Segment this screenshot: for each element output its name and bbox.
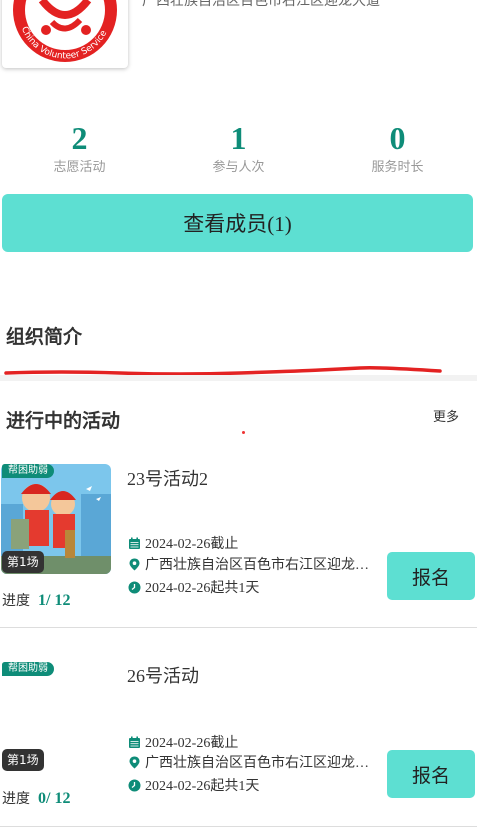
location-pin-icon [129, 756, 140, 768]
section-divider [0, 375, 477, 381]
row-divider [0, 627, 477, 628]
progress: 进度 0/ 12 [2, 788, 70, 808]
duration-text: 2024-02-26起共1天 [145, 779, 260, 794]
deadline-row: 2024-02-26截止 [128, 732, 378, 752]
progress-label: 进度 [2, 593, 30, 609]
more-link[interactable]: 更多 [433, 406, 459, 425]
round-badge: 第1场 [2, 551, 44, 573]
progress-current: 0/ [38, 790, 51, 807]
activity-title[interactable]: 23号活动2 [127, 465, 208, 491]
stat-value: 0 [389, 120, 406, 156]
clock-icon [128, 581, 141, 593]
calendar-icon [129, 736, 140, 748]
stat-label: 服务时长 [371, 160, 424, 175]
stat-label: 志愿活动 [53, 160, 106, 175]
location-row: 广西壮族自治区百色市右江区迎龙大道 [128, 554, 378, 574]
activity-card[interactable]: 帮困助弱 第1场 进度 1/ 12 23号活动2 2024-02-26截止 广西壮… [0, 462, 477, 628]
org-logo: China Volunteer Service [2, 0, 128, 68]
progress: 进度 1/ 12 [2, 590, 70, 610]
ongoing-title: 进行中的活动 [6, 410, 121, 432]
signup-button[interactable]: 报名 [387, 750, 475, 798]
intro-title: 组织简介 [6, 326, 83, 348]
category-tag: 帮困助弱 [2, 662, 54, 676]
duration-row: 2024-02-26起共1天 [128, 577, 378, 597]
progress-total: 12 [50, 592, 71, 609]
stat-label: 参与人次 [212, 160, 265, 175]
calendar-icon [129, 537, 140, 549]
stat-participants: 1 参与人次 [159, 120, 318, 180]
round-badge: 第1场 [2, 749, 44, 771]
progress-current: 1/ [38, 592, 51, 609]
row-divider [0, 826, 477, 827]
location-text: 广西壮族自治区百色市右江区迎龙大道 [145, 558, 378, 573]
stat-hours: 0 服务时长 [318, 120, 477, 180]
org-address: 广西壮族自治区百色市右江区迎龙大道 [142, 0, 380, 9]
decorative-dot [242, 431, 245, 434]
location-pin-icon [129, 558, 140, 570]
duration-text: 2024-02-26起共1天 [145, 581, 260, 596]
view-members-button[interactable]: 查看成员(1) [2, 194, 473, 252]
stat-activities: 2 志愿活动 [0, 120, 159, 180]
progress-total: 12 [50, 790, 71, 807]
duration-row: 2024-02-26起共1天 [128, 775, 378, 795]
deadline-text: 2024-02-26截止 [145, 736, 239, 751]
deadline-row: 2024-02-26截止 [128, 533, 378, 553]
location-text: 广西壮族自治区百色市右江区迎龙大道 [145, 756, 378, 771]
location-row: 广西壮族自治区百色市右江区迎龙大道 [128, 752, 378, 772]
stat-value: 1 [230, 120, 247, 156]
category-tag: 帮困助弱 [2, 464, 54, 478]
signup-button[interactable]: 报名 [387, 552, 475, 600]
activity-card[interactable]: 帮困助弱 第1场 进度 0/ 12 26号活动 2024-02-26截止 广西壮族… [0, 660, 477, 826]
progress-label: 进度 [2, 791, 30, 807]
activity-title[interactable]: 26号活动 [127, 662, 199, 688]
stat-value: 2 [71, 120, 88, 156]
clock-icon [128, 779, 141, 791]
deadline-text: 2024-02-26截止 [145, 537, 239, 552]
stats-bar: 2 志愿活动 1 参与人次 0 服务时长 [0, 120, 477, 180]
